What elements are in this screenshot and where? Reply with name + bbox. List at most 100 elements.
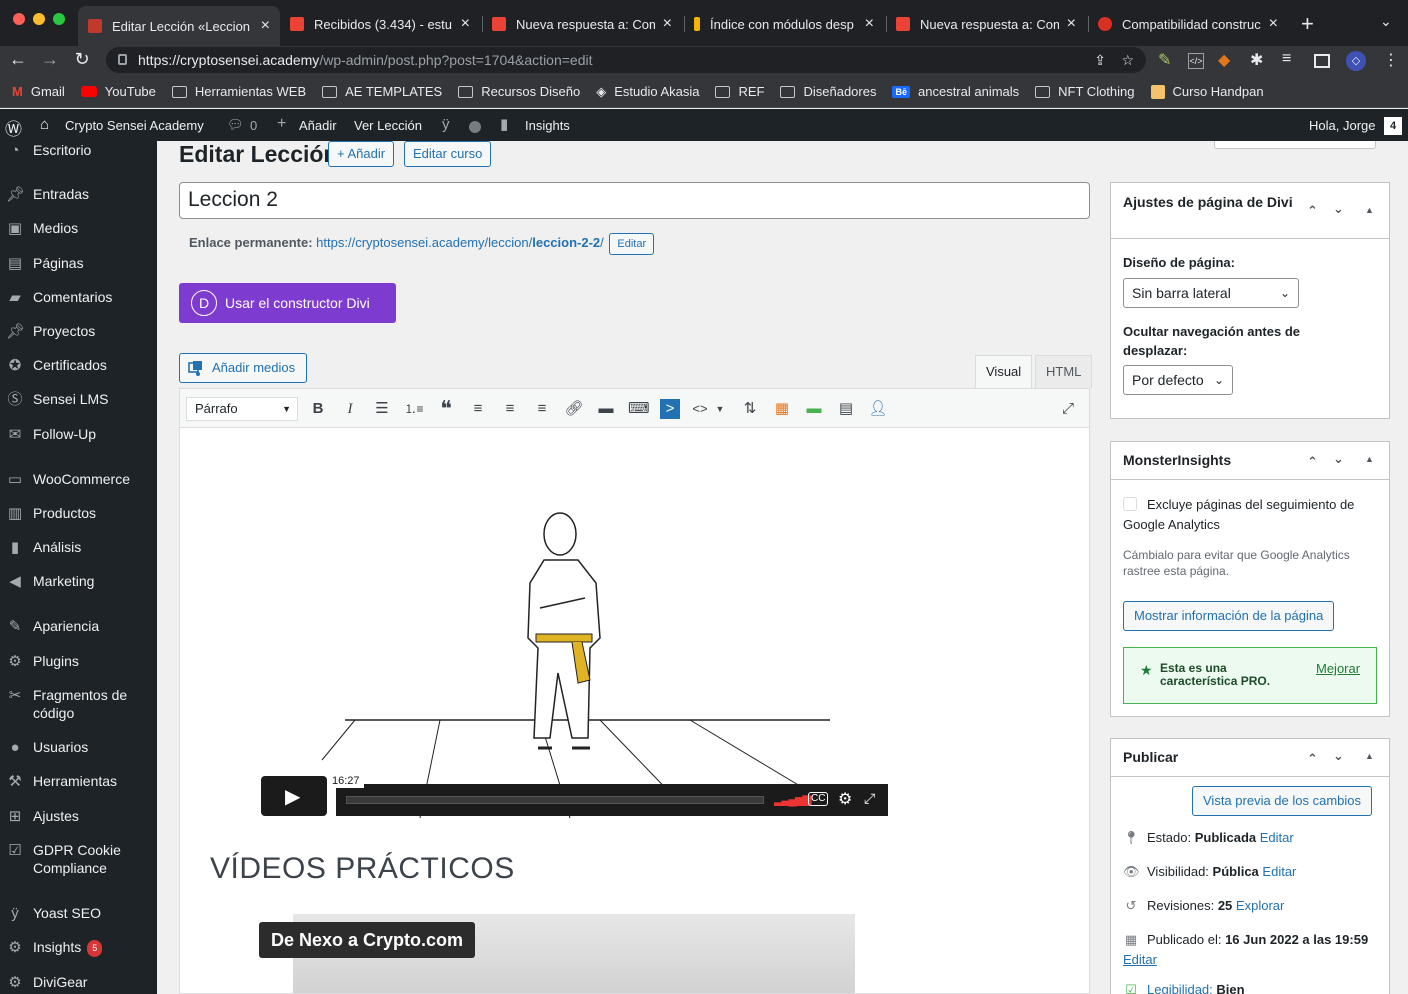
- sidebar-item-ajustes[interactable]: ⊞ Ajustes: [0, 807, 157, 825]
- edit-date-link[interactable]: Editar: [1123, 952, 1157, 967]
- align-center-icon[interactable]: ≡: [500, 399, 520, 419]
- keyboard-icon[interactable]: ⌨: [628, 399, 650, 419]
- sidebar-item-divigear[interactable]: ⚙ DiviGear: [0, 973, 157, 991]
- add-new-button[interactable]: + Añadir: [328, 141, 395, 167]
- browse-revisions-link[interactable]: Explorar: [1236, 898, 1284, 913]
- close-window-button[interactable]: [13, 13, 25, 25]
- collapse-toggle-icon[interactable]: ▲: [1365, 201, 1374, 220]
- pencil-extension-icon[interactable]: ✎: [1158, 50, 1171, 70]
- close-tab-icon[interactable]: ×: [1067, 15, 1076, 33]
- comment-icon[interactable]: 💬︎: [227, 117, 244, 133]
- video-progress-bar[interactable]: [346, 796, 764, 804]
- bookmark-folder[interactable]: Recursos Diseño: [458, 84, 580, 99]
- move-down-icon[interactable]: ⌄: [1333, 199, 1344, 218]
- share-icon[interactable]: ⇪: [1094, 47, 1106, 73]
- menu-kebab-icon[interactable]: ⋮: [1383, 50, 1399, 70]
- captions-icon[interactable]: CC: [808, 792, 829, 806]
- collapse-toggle-icon[interactable]: ▲: [1365, 751, 1374, 761]
- move-up-icon[interactable]: ⌃: [1307, 454, 1318, 470]
- metamask-icon[interactable]: ◆: [1218, 50, 1230, 70]
- collapse-toggle-icon[interactable]: ▲: [1365, 454, 1374, 464]
- tab-search-chevron-icon[interactable]: ⌄: [1380, 13, 1392, 30]
- move-down-icon[interactable]: ⌄: [1333, 451, 1344, 467]
- bookmark-item[interactable]: Curso Handpan: [1150, 84, 1264, 99]
- fullscreen-icon[interactable]: ⤢: [864, 790, 875, 807]
- sidebar-item-comentarios[interactable]: ▰ Comentarios: [0, 288, 157, 306]
- bookmark-folder[interactable]: REF: [715, 84, 764, 99]
- align-right-icon[interactable]: ≡: [532, 399, 552, 419]
- divider-icon[interactable]: ▬: [804, 399, 824, 419]
- sidebar-item-yoast-seo[interactable]: ÿ Yoast SEO: [0, 904, 157, 922]
- move-up-icon[interactable]: ⌃: [1307, 751, 1318, 767]
- screen-options-button[interactable]: [1214, 141, 1376, 149]
- fullscreen-icon[interactable]: ⤢: [1058, 399, 1078, 419]
- minimize-window-button[interactable]: [33, 13, 45, 25]
- move-down-icon[interactable]: ⌄: [1333, 748, 1344, 764]
- align-left-icon[interactable]: ≡: [468, 399, 488, 419]
- sidebar-item-apariencia[interactable]: ✎ Apariencia: [0, 617, 157, 635]
- bookmark-star-icon[interactable]: ☆: [1121, 47, 1134, 73]
- close-tab-icon[interactable]: ×: [663, 15, 672, 33]
- browser-tab[interactable]: Índice con módulos desp ×: [684, 8, 884, 40]
- sidebar-item-proyectos[interactable]: 📌︎ Proyectos: [0, 322, 157, 340]
- reload-icon[interactable]: ↻: [70, 49, 94, 70]
- bookmark-folder[interactable]: AE TEMPLATES: [322, 84, 442, 99]
- bold-icon[interactable]: B: [308, 399, 328, 419]
- sidebar-item-insights[interactable]: ⚙ Insights 5: [0, 938, 157, 957]
- sidebar-item-plugins[interactable]: ⚙ Plugins: [0, 652, 157, 670]
- profile-avatar[interactable]: ◇: [1346, 51, 1366, 71]
- user-shortcode-icon[interactable]: 👤︎: [868, 399, 888, 419]
- bookmark-item[interactable]: Bē ancestral animals: [892, 84, 1019, 99]
- sidebar-item-fragmentos-de-código[interactable]: ✂ Fragmentos de código: [0, 686, 157, 722]
- sidebar-item-marketing[interactable]: ◀ Marketing: [0, 572, 157, 590]
- sidebar-item-escritorio[interactable]: ◔ Escritorio: [0, 141, 157, 159]
- comments-count[interactable]: 0: [250, 118, 257, 133]
- bookmark-folder[interactable]: NFT Clothing: [1035, 84, 1135, 99]
- edit-status-link[interactable]: Editar: [1260, 830, 1294, 845]
- wordpress-logo-icon[interactable]: Ⓦ: [5, 115, 22, 140]
- site-name-link[interactable]: Crypto Sensei Academy: [65, 118, 204, 133]
- sidebar-item-sensei-lms[interactable]: Ⓢ Sensei LMS: [0, 390, 157, 408]
- show-page-info-button[interactable]: Mostrar información de la página: [1123, 601, 1335, 631]
- add-new-link[interactable]: Añadir: [299, 118, 337, 133]
- table-icon[interactable]: ▤: [836, 399, 856, 419]
- browser-tab[interactable]: Nueva respuesta a: Com ×: [886, 8, 1086, 40]
- edit-visibility-link[interactable]: Editar: [1262, 864, 1296, 879]
- karate-video-thumbnail[interactable]: [260, 498, 890, 818]
- readability-link[interactable]: Legibilidad:: [1147, 982, 1213, 994]
- nav-select[interactable]: Por defecto ⌄: [1123, 365, 1233, 395]
- bookmark-item[interactable]: M Gmail: [12, 84, 65, 99]
- sidebar-item-análisis[interactable]: ▮ Análisis: [0, 538, 157, 556]
- maximize-window-button[interactable]: [53, 13, 65, 25]
- numbered-list-icon[interactable]: ⒈≡: [404, 399, 424, 419]
- link-icon[interactable]: 🔗︎: [564, 399, 584, 419]
- sidebar-item-follow-up[interactable]: ✉ Follow-Up: [0, 425, 157, 443]
- video-play-button[interactable]: ▶: [261, 776, 327, 816]
- divi-builder-button[interactable]: D Usar el constructor Divi: [179, 283, 396, 323]
- sidebar-item-certificados[interactable]: ✪ Certificados: [0, 356, 157, 374]
- italic-icon[interactable]: I: [340, 399, 360, 419]
- back-arrow-icon[interactable]: ←: [6, 49, 30, 70]
- insights-link[interactable]: Insights: [525, 118, 570, 133]
- sidebar-item-woocommerce[interactable]: ▭ WooCommerce: [0, 470, 157, 488]
- browser-tab[interactable]: Recibidos (3.434) - estu ×: [280, 8, 480, 40]
- editor-content[interactable]: ▶ ▂▃▄▅▆ CC ⚙ ⤢ 16:27 VÍDEOS PRÁCTICOS De…: [179, 428, 1090, 994]
- format-select[interactable]: Párrafo ▼: [186, 397, 298, 421]
- video-title-overlay[interactable]: De Nexo a Crypto.com: [259, 922, 476, 958]
- bookmark-folder[interactable]: Herramientas WEB: [171, 84, 306, 99]
- sidebar-item-medios[interactable]: ▣ Medios: [0, 219, 157, 237]
- extensions-puzzle-icon[interactable]: ✱: [1250, 50, 1263, 70]
- browser-tab[interactable]: Nueva respuesta a: Com ×: [482, 8, 682, 40]
- dropdown-arrow-icon[interactable]: ▼: [710, 399, 730, 419]
- close-tab-icon[interactable]: ×: [865, 15, 874, 33]
- edit-course-button[interactable]: Editar curso: [404, 141, 492, 167]
- read-more-icon[interactable]: ▬: [596, 399, 616, 419]
- edit-permalink-button[interactable]: Editar: [609, 233, 655, 255]
- bookmark-item[interactable]: YouTube: [80, 84, 156, 99]
- reading-list-icon[interactable]: ≡: [1282, 50, 1291, 68]
- sidebar-item-usuarios[interactable]: ● Usuarios: [0, 738, 157, 756]
- upload-icon[interactable]: ⇅: [740, 399, 760, 419]
- tab-visual[interactable]: Visual: [975, 355, 1033, 388]
- bullet-list-icon[interactable]: ☰: [372, 399, 392, 419]
- volume-icon[interactable]: ▂▃▄▅▆: [774, 792, 811, 806]
